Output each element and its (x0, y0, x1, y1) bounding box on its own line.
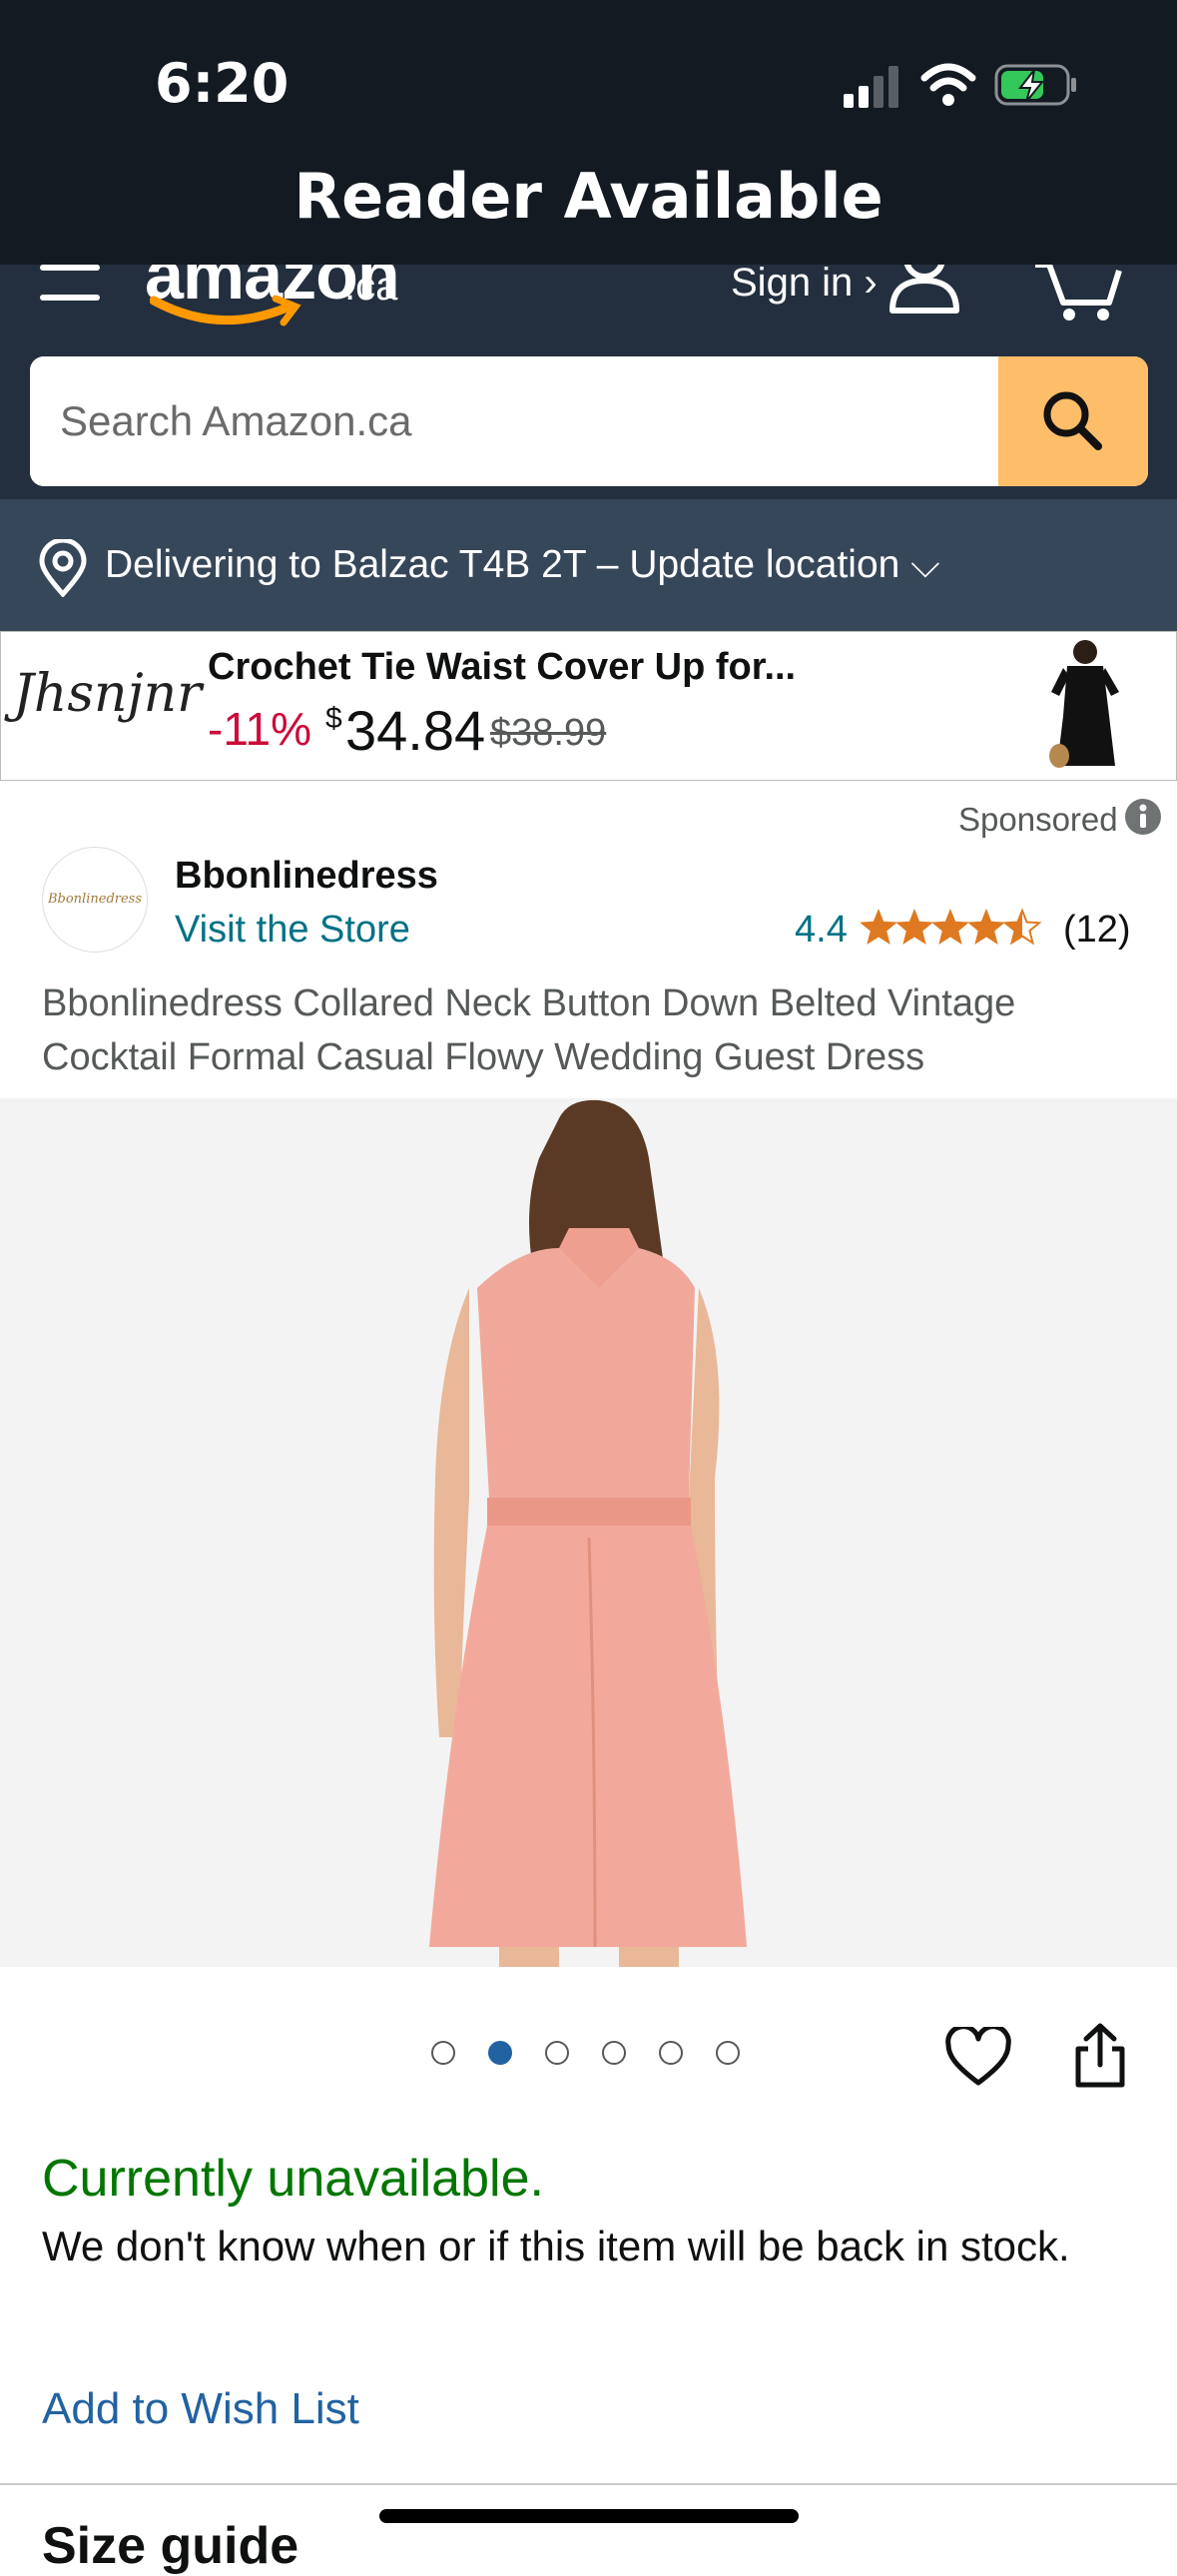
site-header: amazon .ca Sign in › (0, 265, 1177, 499)
search-button[interactable] (998, 356, 1148, 486)
delivery-location-bar[interactable]: Delivering to Balzac T4B 2T – Update loc… (0, 499, 1177, 631)
battery-charging-icon (994, 64, 1076, 106)
product-photo-dress (0, 1098, 1177, 1967)
cart-icon[interactable] (1033, 265, 1123, 324)
star-rating[interactable] (861, 907, 1042, 949)
search-icon (1043, 391, 1102, 450)
location-pin-icon (39, 539, 87, 597)
ad-title: Crochet Tie Waist Cover Up for... (208, 646, 797, 688)
section-divider (0, 2483, 1177, 2485)
ad-price: 34.84 (345, 699, 486, 762)
visit-store-link[interactable]: Visit the Store (175, 909, 410, 952)
ad-brand-logo: Jhsnjnr (13, 664, 202, 724)
rating-count[interactable]: (12) (1063, 909, 1131, 952)
ad-original-price: $38.99 (490, 712, 607, 754)
product-image[interactable] (0, 1098, 1177, 1967)
carousel-dot[interactable] (659, 2041, 683, 2065)
cellular-signal-icon (844, 66, 898, 108)
star-icon (932, 910, 968, 945)
sponsored-label: Sponsored (958, 801, 1118, 838)
availability-status: Currently unavailable. (42, 2150, 544, 2208)
ad-discount: -11% (208, 703, 311, 755)
half-star-icon (1004, 910, 1040, 945)
star-icon (896, 910, 932, 945)
amazon-smile-icon (150, 295, 301, 326)
availability-message: We don't know when or if this item will … (42, 2223, 1070, 2269)
status-bar: 6:20 Reader Available (0, 0, 1177, 265)
sign-in-link[interactable]: Sign in › (731, 265, 878, 306)
wifi-icon (920, 63, 976, 106)
brand-logo[interactable]: Bbonlinedress (42, 847, 148, 953)
ad-product-thumbnail (1039, 636, 1129, 776)
carousel-dot[interactable] (431, 2041, 455, 2065)
account-icon[interactable] (886, 265, 962, 319)
add-to-wish-list-link[interactable]: Add to Wish List (42, 2384, 359, 2434)
heart-icon[interactable] (944, 2027, 1012, 2089)
search-bar (30, 356, 1148, 486)
star-icon (968, 910, 1004, 945)
size-guide-heading[interactable]: Size guide (42, 2516, 298, 2576)
share-icon[interactable] (1072, 2023, 1128, 2089)
carousel-dot[interactable] (545, 2041, 569, 2065)
rating-value[interactable]: 4.4 (795, 909, 848, 952)
delivery-location-text: Delivering to Balzac T4B 2T – Update loc… (105, 543, 940, 586)
reader-available-banner[interactable]: Reader Available (0, 160, 1177, 233)
ad-currency: $ (325, 702, 342, 735)
brand-name: Bbonlinedress (175, 855, 438, 897)
carousel-dot[interactable] (602, 2041, 626, 2065)
star-icon (861, 910, 896, 945)
search-input[interactable] (30, 356, 996, 486)
brand-logo-text: Bbonlinedress (47, 892, 143, 907)
home-indicator[interactable] (379, 2509, 799, 2523)
sponsored-ad-banner[interactable]: Jhsnjnr Crochet Tie Waist Cover Up for..… (0, 631, 1177, 781)
status-time: 6:20 (155, 52, 290, 115)
info-icon[interactable] (1124, 798, 1162, 836)
carousel-dot[interactable] (716, 2041, 740, 2065)
amazon-logo-suffix: .ca (344, 265, 398, 309)
product-title: Bbonlinedress Collared Neck Button Down … (42, 982, 1016, 1078)
hamburger-menu-icon[interactable] (40, 265, 102, 305)
carousel-dot-active[interactable] (488, 2041, 512, 2065)
